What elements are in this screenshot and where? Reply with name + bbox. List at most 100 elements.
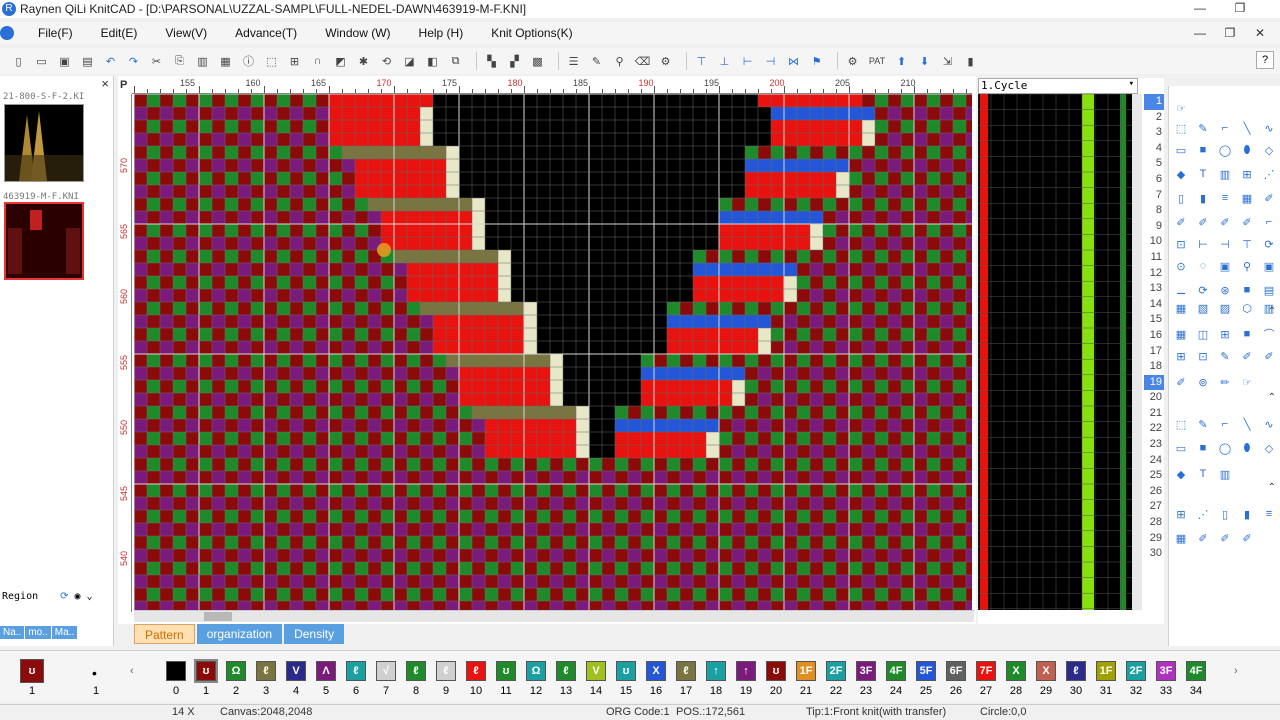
- cycle-row-number[interactable]: 20: [1144, 390, 1164, 406]
- draw-tool-icon[interactable]: ⌐: [1217, 120, 1233, 136]
- spray-icon[interactable]: ⚙: [657, 53, 674, 70]
- cycle-d-icon[interactable]: ⊣: [762, 53, 779, 70]
- draw-tool-icon[interactable]: ▥: [1217, 166, 1233, 182]
- draw-tool-icon[interactable]: ⊤: [1239, 236, 1255, 252]
- draw-tool-icon[interactable]: ▧: [1195, 300, 1211, 316]
- stitch-swatch[interactable]: Ω: [226, 661, 246, 681]
- draw-tool-icon[interactable]: ▥: [1217, 466, 1233, 482]
- eraser-icon[interactable]: ⌫: [634, 53, 651, 70]
- stitch-swatch[interactable]: ℓ: [406, 661, 426, 681]
- stitch-swatch[interactable]: ʊ: [766, 661, 786, 681]
- draw-tool-icon[interactable]: ⬡: [1239, 300, 1255, 316]
- draw-tool-icon[interactable]: ⌐: [1217, 416, 1233, 432]
- draw-tool-icon[interactable]: ⊞: [1173, 506, 1189, 522]
- draw-tool-icon[interactable]: ◇: [1261, 440, 1277, 456]
- draw-tool-icon[interactable]: ⊛: [1217, 282, 1233, 298]
- draw-tool-icon[interactable]: ⊚: [1195, 374, 1211, 390]
- pencil-icon[interactable]: ✎: [588, 53, 605, 70]
- cycle-f-icon[interactable]: ⚑: [808, 53, 825, 70]
- draw-tool-icon[interactable]: T: [1195, 466, 1211, 482]
- draw-tool-icon[interactable]: ⊢: [1195, 236, 1211, 252]
- draw-tool-icon[interactable]: ✐: [1239, 348, 1255, 364]
- select-area-icon[interactable]: ⬚: [263, 53, 280, 70]
- chevron-down-icon[interactable]: ⌄: [87, 591, 93, 602]
- stitch-swatch[interactable]: 2F: [1126, 661, 1146, 681]
- stitch-swatch[interactable]: 7F: [976, 661, 996, 681]
- draw-tool-icon[interactable]: ▦: [1173, 530, 1189, 546]
- draw-tool-icon[interactable]: ✐: [1173, 374, 1189, 390]
- draw-tool-icon[interactable]: ⋰: [1195, 506, 1211, 522]
- stitch-swatch[interactable]: 6F: [946, 661, 966, 681]
- horizontal-scrollbar[interactable]: [134, 610, 974, 622]
- cycle-row-number[interactable]: 3: [1144, 125, 1164, 141]
- close-panel-button[interactable]: ×: [101, 76, 109, 91]
- draw-tool-icon[interactable]: ∿: [1261, 120, 1277, 136]
- draw-tool-icon[interactable]: ▣: [1217, 258, 1233, 274]
- stitch-swatch[interactable]: ʊ: [496, 661, 516, 681]
- draw-tool-icon[interactable]: ✐: [1217, 214, 1233, 230]
- tab-name[interactable]: Na..: [0, 626, 25, 639]
- color-palette-icon[interactable]: ▩: [529, 53, 546, 70]
- collapse-section-icon[interactable]: ⌃: [1268, 306, 1276, 317]
- p-marker[interactable]: P: [120, 79, 127, 91]
- copy-icon[interactable]: ⎘: [171, 53, 188, 70]
- stitch-swatch[interactable]: ℓ: [256, 661, 276, 681]
- stitch-swatch[interactable]: ʊ: [194, 659, 218, 683]
- tab-machine[interactable]: Ma..: [51, 626, 78, 639]
- stitch-swatch[interactable]: √: [376, 661, 396, 681]
- stitch-swatch[interactable]: X: [1036, 661, 1056, 681]
- cycle-row-number[interactable]: 15: [1144, 312, 1164, 328]
- cycle-b-icon[interactable]: ⊥: [716, 53, 733, 70]
- stitch-swatch[interactable]: 1F: [796, 661, 816, 681]
- draw-tool-icon[interactable]: ✐: [1239, 214, 1255, 230]
- stitch-swatch[interactable]: ℓ: [436, 661, 456, 681]
- down-arrow-icon[interactable]: ⬇: [916, 53, 933, 70]
- draw-tool-icon[interactable]: ✐: [1195, 214, 1211, 230]
- cycle-row-number[interactable]: 26: [1144, 484, 1164, 500]
- thumbnail-21-800[interactable]: [4, 104, 84, 182]
- cycle-vscroll[interactable]: [1132, 94, 1142, 610]
- draw-tool-icon[interactable]: ◆: [1173, 166, 1189, 182]
- restore-button[interactable]: ❐: [1220, 0, 1260, 18]
- cycle-grid[interactable]: [978, 94, 1132, 610]
- scroll-thumb[interactable]: [204, 612, 232, 621]
- draw-tool-icon[interactable]: ◯: [1217, 440, 1233, 456]
- draw-tool-icon[interactable]: ☞: [1173, 100, 1189, 116]
- document-icon[interactable]: [0, 26, 14, 40]
- draw-tool-icon[interactable]: ⬮: [1239, 142, 1255, 158]
- stitch-swatch[interactable]: ℓ: [676, 661, 696, 681]
- draw-tool-icon[interactable]: T: [1195, 166, 1211, 182]
- cut-icon[interactable]: ✂: [148, 53, 165, 70]
- stitch-swatch[interactable]: 4F: [886, 661, 906, 681]
- save-all-icon[interactable]: ▤: [79, 53, 96, 70]
- draw-tool-icon[interactable]: ◫: [1195, 326, 1211, 342]
- draw-tool-icon[interactable]: ■: [1239, 326, 1255, 342]
- menu-knit-options[interactable]: Knit Options(K): [477, 26, 586, 40]
- cycle-row-number[interactable]: 28: [1144, 515, 1164, 531]
- stitch-swatch[interactable]: V: [286, 661, 306, 681]
- draw-tool-icon[interactable]: ≡: [1261, 506, 1277, 522]
- draw-tool-icon[interactable]: ▭: [1173, 440, 1189, 456]
- draw-tool-icon[interactable]: ⟳: [1195, 282, 1211, 298]
- cycle-row-number[interactable]: 2: [1144, 110, 1164, 126]
- color-mix-icon[interactable]: ▞: [506, 53, 523, 70]
- save-icon[interactable]: ▣: [56, 53, 73, 70]
- cycle-a-icon[interactable]: ⊤: [693, 53, 710, 70]
- draw-tool-icon[interactable]: ⌐: [1261, 214, 1277, 230]
- cycle-row-number[interactable]: 18: [1144, 359, 1164, 375]
- draw-tool-icon[interactable]: ▯: [1217, 506, 1233, 522]
- cycle-c-icon[interactable]: ⊢: [739, 53, 756, 70]
- draw-tool-icon[interactable]: ╲: [1239, 416, 1255, 432]
- cycle-row-number[interactable]: 7: [1144, 188, 1164, 204]
- draw-tool-icon[interactable]: ⋰: [1261, 166, 1277, 182]
- cycle-row-number[interactable]: 25: [1144, 468, 1164, 484]
- draw-tool-icon[interactable]: ▦: [1173, 300, 1189, 316]
- color-fill-icon[interactable]: ▚: [483, 53, 500, 70]
- child-close-button[interactable]: ✕: [1240, 25, 1280, 43]
- barcode-icon[interactable]: ▮: [962, 53, 979, 70]
- settings-icon[interactable]: ✱: [355, 53, 372, 70]
- text-icon[interactable]: ☰: [565, 53, 582, 70]
- draw-tool-icon[interactable]: ◯: [1217, 142, 1233, 158]
- cycle-row-number[interactable]: 27: [1144, 499, 1164, 515]
- paste-icon[interactable]: ▥: [194, 53, 211, 70]
